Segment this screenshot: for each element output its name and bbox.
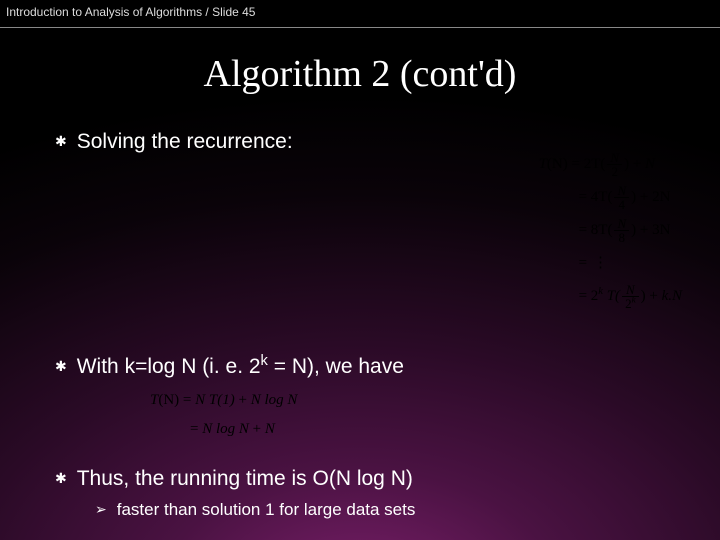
sub-bullet-1: ➢ faster than solution 1 for large data … xyxy=(95,500,690,520)
sub-bullet-1-text: faster than solution 1 for large data se… xyxy=(117,500,416,520)
bullet-3: ✱ Thus, the running time is O(N log N) xyxy=(55,465,690,492)
star-icon: ✱ xyxy=(55,133,67,150)
equation-block-recurrence: T(N) = 2T(N2) + N = 4T(N4) + 2N = 8T(N8)… xyxy=(539,148,682,313)
arrow-icon: ➢ xyxy=(95,501,107,518)
star-icon: ✱ xyxy=(55,358,67,375)
slide-header: Introduction to Analysis of Algorithms /… xyxy=(0,0,720,28)
equation-block-solution: T(N) = N T(1) + N log N = N log N + N xyxy=(150,386,297,443)
bullet-2: ✱ With k=log N (i. e. 2k = N), we have xyxy=(55,353,690,380)
slide-title: Algorithm 2 (cont'd) xyxy=(0,52,720,96)
bullet-3-text: Thus, the running time is O(N log N) xyxy=(77,465,413,492)
bullet-2-text: With k=log N (i. e. 2k = N), we have xyxy=(77,353,404,380)
star-icon: ✱ xyxy=(55,470,67,487)
bullet-1-text: Solving the recurrence: xyxy=(77,128,293,155)
